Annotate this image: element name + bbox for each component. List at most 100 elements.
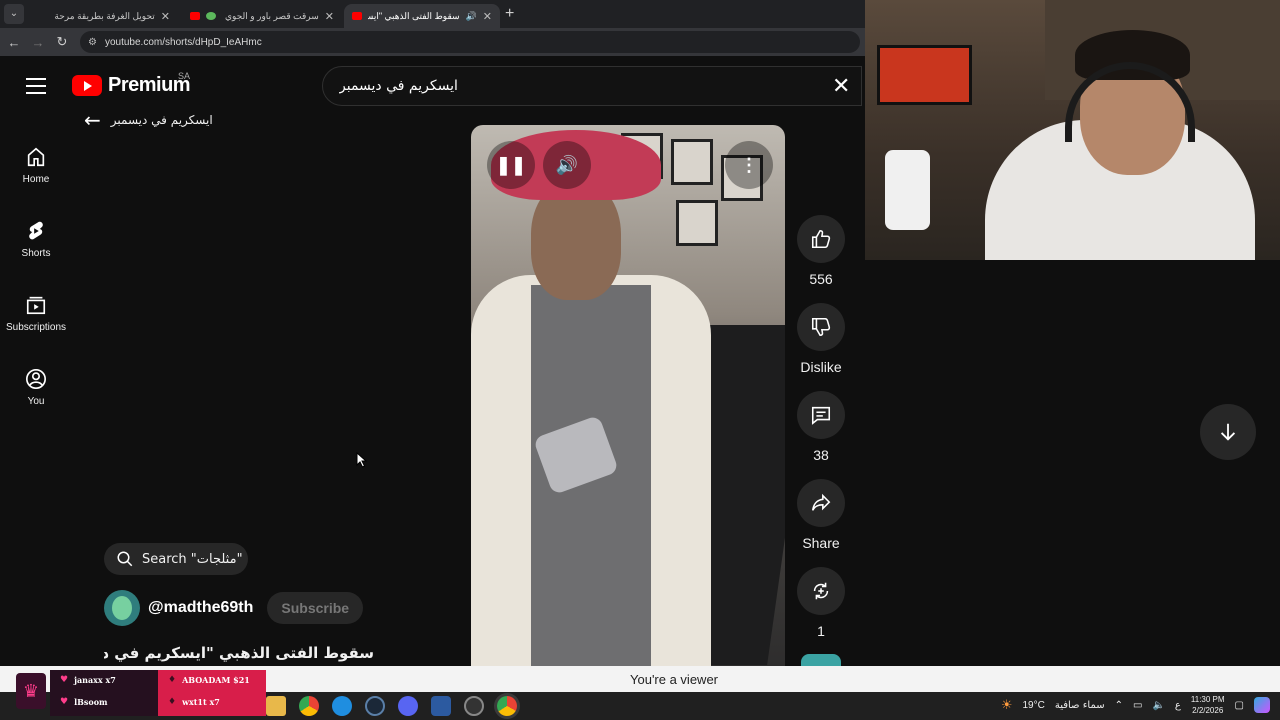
clock-time: 11:30 PM [1190, 695, 1225, 704]
volume-icon[interactable]: 🔊 [543, 141, 591, 189]
network-icon[interactable]: ▭ [1133, 700, 1142, 711]
arrow-down-icon [1220, 423, 1236, 441]
donation-text: ABOADAM $21 [182, 675, 250, 685]
arrow-left-icon[interactable]: ← [84, 108, 101, 132]
diamond-icon: ♦ [168, 675, 177, 685]
forward-icon[interactable]: → [26, 35, 50, 50]
close-icon[interactable]: ✕ [325, 10, 334, 23]
clock-date: 2/2/2026 [1192, 706, 1224, 715]
remix-count: 1 [817, 623, 825, 639]
youtube-play-icon [72, 75, 102, 96]
subscriptions-icon [25, 294, 47, 316]
weather-desc: سماء صافية [1054, 699, 1105, 711]
avatar[interactable] [104, 590, 140, 626]
next-video-button[interactable] [1200, 404, 1256, 460]
youtube-page: Premium SA ✕ ← ايسكريم في ديسمبر Home Sh… [0, 56, 865, 666]
guide-item-home[interactable]: Home [0, 128, 72, 202]
dislike-button[interactable] [797, 303, 845, 351]
guide-label: Shorts [21, 247, 51, 259]
donation-overlay: ♛ ♥ janaxx x7 ♥ lBsoom ♦ ABOADAM $21 ♦ wxt1t… [8, 670, 270, 716]
input-language[interactable]: ع [1175, 700, 1181, 711]
obs-icon[interactable] [464, 696, 484, 716]
chrome-icon[interactable] [299, 696, 319, 716]
close-icon[interactable]: ✕ [832, 75, 850, 97]
cam-tv [877, 45, 972, 105]
dislike-label: Dislike [800, 359, 842, 375]
webcam-overlay [865, 0, 1280, 260]
steam-icon[interactable] [365, 696, 385, 716]
weather-icon: ☀ [1000, 697, 1013, 712]
copilot-icon[interactable] [1254, 697, 1270, 713]
comment-icon [811, 406, 831, 425]
new-tab-button[interactable]: + [505, 5, 514, 23]
share-label: Share [802, 535, 840, 551]
guide-label: Home [22, 173, 50, 185]
donation-item: ♥ janaxx x7 [50, 670, 158, 690]
like-button[interactable] [797, 215, 845, 263]
back-to-results[interactable]: ← ايسكريم في ديسمبر [84, 108, 213, 132]
chrome-active-icon[interactable] [497, 696, 517, 716]
like-action: 556 [796, 215, 846, 287]
system-tray: ☀ 19°C سماء صافية ⌃ ▭ 🔈 ع 11:30 PM 2/2/2… [1001, 694, 1270, 716]
guide-label: Subscriptions [5, 321, 67, 333]
donation-item: ♥ lBsoom [50, 692, 158, 712]
thumb-down-icon [811, 317, 831, 337]
youtube-favicon-icon [352, 12, 362, 20]
site-info-icon[interactable]: ⚙ [88, 37, 97, 48]
guide-item-you[interactable]: You [0, 350, 72, 424]
country-code: SA [178, 71, 191, 81]
menu-icon[interactable] [26, 78, 46, 94]
taskbar-apps [266, 696, 517, 716]
viewer-status: You're a viewer [630, 672, 718, 687]
share-action: Share [796, 479, 846, 551]
subscribe-button[interactable]: Subscribe [267, 592, 364, 624]
notification-icon[interactable]: ▢ [1235, 700, 1244, 711]
video-title[interactable]: سقوط الفتى الذهبي "ايسكريم في ديسمبر" [104, 644, 374, 662]
channel-row: @madthe69th Subscribe [104, 590, 364, 626]
edge-icon[interactable] [332, 696, 352, 716]
youtube-logo[interactable]: Premium [72, 74, 191, 97]
tab-2[interactable]: سرقت قصر باور و الجوي اوردز ✕ [182, 4, 342, 28]
donation-item: ♦ wxt1t x7 [158, 692, 266, 712]
related-search-pill[interactable]: Search "مثلجات" [104, 543, 248, 575]
tab-title: تحويل الغرفة بطريقة مرحة [54, 10, 155, 21]
close-icon[interactable]: ✕ [161, 10, 170, 23]
chevron-up-icon[interactable]: ⌃ [1115, 700, 1123, 711]
remix-action: 1 [796, 567, 846, 639]
weather-temp: 19°C [1022, 699, 1045, 711]
back-icon[interactable]: ← [2, 35, 26, 50]
comments-button[interactable] [797, 391, 845, 439]
tab-3-active[interactable]: سقوط الفتى الذهبي "ايسكر 🔊 ✕ [344, 4, 500, 28]
crown-logo-icon: ♛ [16, 673, 46, 709]
volume-icon[interactable]: 🔈 [1152, 700, 1164, 711]
shorts-icon [25, 220, 47, 242]
search-icon [117, 551, 133, 567]
like-count: 556 [809, 271, 833, 287]
tab-1[interactable]: تحويل الغرفة بطريقة مرحة ✕ [34, 4, 178, 28]
donation-text: lBsoom [74, 697, 108, 707]
shield-icon [206, 12, 216, 20]
guide-item-shorts[interactable]: Shorts [0, 202, 72, 276]
close-icon[interactable]: ✕ [483, 10, 492, 23]
short-video-player[interactable]: ❚❚ 🔊 ⋮ [471, 125, 785, 666]
search-input[interactable] [339, 76, 819, 96]
speaker-icon[interactable]: 🔊 [466, 11, 477, 22]
discord-icon[interactable] [398, 696, 418, 716]
donation-text: janaxx x7 [74, 675, 116, 685]
remix-button[interactable] [797, 567, 845, 615]
channel-name[interactable]: @madthe69th [148, 599, 253, 617]
more-vert-icon[interactable]: ⋮ [725, 141, 773, 189]
url-field[interactable]: ⚙ youtube.com/shorts/dHpD_IeAHmc [80, 31, 860, 53]
dislike-action: Dislike [796, 303, 846, 375]
sound-avatar[interactable] [801, 654, 841, 666]
guide-item-subscriptions[interactable]: Subscriptions [0, 276, 72, 350]
video-frame-art [671, 139, 713, 185]
tab-search-button[interactable]: ⌄ [4, 4, 24, 24]
app-shield-icon[interactable] [431, 696, 451, 716]
url-text: youtube.com/shorts/dHpD_IeAHmc [104, 36, 262, 48]
back-title: ايسكريم في ديسمبر [110, 113, 213, 127]
reload-icon[interactable]: ↻ [50, 34, 74, 50]
pause-icon[interactable]: ❚❚ [487, 141, 535, 189]
share-button[interactable] [797, 479, 845, 527]
clock[interactable]: 11:30 PM 2/2/2026 [1191, 694, 1225, 716]
